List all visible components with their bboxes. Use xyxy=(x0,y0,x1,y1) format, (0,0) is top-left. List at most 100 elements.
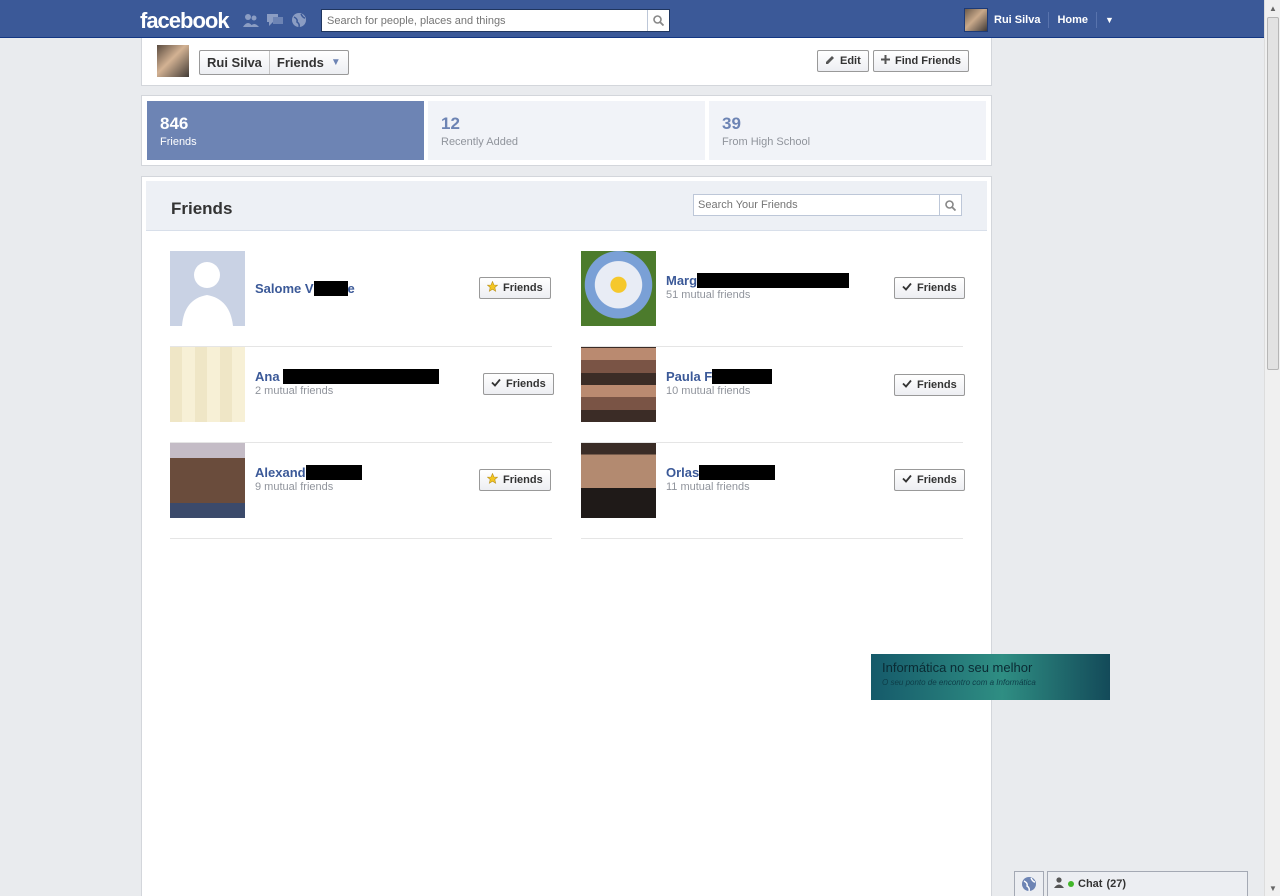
messages-icon[interactable] xyxy=(266,12,284,28)
friends-button-label: Friends xyxy=(506,378,546,390)
friends-button[interactable]: Friends xyxy=(479,277,551,299)
check-icon xyxy=(902,379,912,391)
facebook-logo[interactable]: facebook xyxy=(140,8,230,34)
friend-card: Marg 51 mutual friends Friends xyxy=(581,251,965,347)
stat-label: From High School xyxy=(722,136,811,148)
friend-avatar[interactable] xyxy=(170,443,245,518)
breadcrumb-section[interactable]: Friends xyxy=(270,55,331,70)
chat-sidebar-button[interactable]: Chat (27) xyxy=(1047,871,1248,896)
search-icon[interactable] xyxy=(647,10,669,31)
friend-avatar[interactable] xyxy=(581,251,656,326)
friends-panel: Friends Salome V e Friends Marg 51 mutual… xyxy=(141,176,992,896)
friends-search-input[interactable] xyxy=(694,195,939,215)
check-icon xyxy=(491,378,501,390)
mutual-friends-count[interactable]: 9 mutual friends xyxy=(255,481,333,493)
friend-avatar[interactable] xyxy=(581,347,656,422)
friend-name-end: e xyxy=(347,281,355,296)
ad-title: Informática no seu melhor xyxy=(882,660,1033,675)
friend-avatar[interactable] xyxy=(581,443,656,518)
friends-button-label: Friends xyxy=(917,474,957,486)
friend-name-start: Orlas xyxy=(666,465,700,480)
redaction-bar xyxy=(697,273,850,288)
friend-stats: 846 Friends 12 Recently Added 39 From Hi… xyxy=(141,95,992,166)
friends-button[interactable]: Friends xyxy=(894,469,965,491)
mutual-friends-count[interactable]: 11 mutual friends xyxy=(666,481,750,493)
friends-title: Friends xyxy=(171,199,233,218)
friend-card: Paula F 10 mutual friends Friends xyxy=(581,347,965,443)
friends-button[interactable]: Friends xyxy=(483,373,554,395)
chevron-down-icon[interactable]: ▼ xyxy=(331,57,348,68)
friend-name[interactable]: Salome V e xyxy=(255,281,355,296)
friends-button-label: Friends xyxy=(503,282,543,294)
account-menu-caret-icon[interactable]: ▼ xyxy=(1105,15,1114,25)
friend-name[interactable]: Orlas xyxy=(666,465,776,480)
find-friends-label: Find Friends xyxy=(895,55,961,67)
nav-divider xyxy=(1096,12,1098,28)
tab-all-friends[interactable]: 846 Friends xyxy=(147,101,424,160)
stat-label: Friends xyxy=(160,136,197,148)
stat-count: 39 xyxy=(722,114,741,133)
friend-name-start: Marg xyxy=(666,273,698,288)
person-icon xyxy=(1054,877,1064,891)
friends-button-label: Friends xyxy=(503,474,543,486)
redaction-bar xyxy=(313,281,348,296)
friends-button[interactable]: Friends xyxy=(894,374,965,396)
online-status-dot xyxy=(1068,881,1074,887)
friend-requests-icon[interactable] xyxy=(242,12,260,28)
scrollbar-thumb[interactable] xyxy=(1267,17,1279,370)
star-icon xyxy=(486,280,499,295)
friend-avatar[interactable] xyxy=(170,251,245,326)
friend-name-start: Alexand xyxy=(255,465,306,480)
redaction-bar xyxy=(712,369,773,384)
check-icon xyxy=(902,282,912,294)
notifications-globe-icon[interactable] xyxy=(290,12,308,28)
friend-card: Ana 2 mutual friends Friends xyxy=(170,347,554,443)
check-icon xyxy=(902,474,912,486)
friends-button-label: Friends xyxy=(917,379,957,391)
search-icon[interactable] xyxy=(939,195,961,215)
mutual-friends-count[interactable]: 10 mutual friends xyxy=(666,385,750,397)
friend-name[interactable]: Alexand xyxy=(255,465,362,480)
account-nav: Rui Silva Home ▼ xyxy=(964,8,1114,32)
friends-button[interactable]: Friends xyxy=(894,277,965,299)
redaction-bar xyxy=(305,465,362,480)
nav-home-link[interactable]: Home xyxy=(1057,14,1088,26)
friends-button-label: Friends xyxy=(917,282,957,294)
ad-banner[interactable]: Informática no seu melhor O seu ponto de… xyxy=(871,654,1110,700)
top-bar: facebook Rui Silva Home ▼ xyxy=(0,0,1264,38)
redaction-bar xyxy=(699,465,776,480)
global-search xyxy=(321,9,670,32)
page-scrollbar[interactable]: ▲ ▼ xyxy=(1264,0,1280,896)
profile-avatar[interactable] xyxy=(157,45,189,77)
friend-avatar[interactable] xyxy=(170,347,245,422)
global-search-input[interactable] xyxy=(322,10,647,31)
friend-name-start: Salome V xyxy=(255,281,314,296)
friend-card: Alexand 9 mutual friends Friends xyxy=(170,443,552,539)
mutual-friends-count[interactable]: 2 mutual friends xyxy=(255,385,333,397)
scroll-down-arrow-icon[interactable]: ▼ xyxy=(1265,880,1280,896)
friend-name-start: Ana xyxy=(255,369,284,384)
edit-button[interactable]: Edit xyxy=(817,50,869,72)
friend-name[interactable]: Ana xyxy=(255,369,440,384)
stat-count: 12 xyxy=(441,114,460,133)
notification-jewels xyxy=(242,12,308,28)
friend-name[interactable]: Marg xyxy=(666,273,850,288)
friends-button[interactable]: Friends xyxy=(479,469,551,491)
breadcrumb-name[interactable]: Rui Silva xyxy=(200,55,269,70)
plus-icon xyxy=(881,55,890,67)
nav-avatar[interactable] xyxy=(964,8,988,32)
friend-name[interactable]: Paula F xyxy=(666,369,773,384)
chat-globe-icon[interactable] xyxy=(1014,871,1044,896)
profile-header: Rui Silva Friends ▼ Edit Find Friends xyxy=(141,38,992,86)
friend-card: Orlas 11 mutual friends Friends xyxy=(581,443,965,539)
friends-header: Friends xyxy=(146,181,987,231)
mutual-friends-count[interactable]: 51 mutual friends xyxy=(666,289,750,301)
nav-divider xyxy=(1048,12,1050,28)
tab-recently-added[interactable]: 12 Recently Added xyxy=(428,101,705,160)
tab-high-school[interactable]: 39 From High School xyxy=(709,101,986,160)
star-icon xyxy=(486,472,499,487)
scroll-up-arrow-icon[interactable]: ▲ xyxy=(1265,0,1280,16)
find-friends-button[interactable]: Find Friends xyxy=(873,50,969,72)
nav-profile-link[interactable]: Rui Silva xyxy=(994,14,1040,26)
chat-online-count: (27) xyxy=(1106,878,1127,890)
